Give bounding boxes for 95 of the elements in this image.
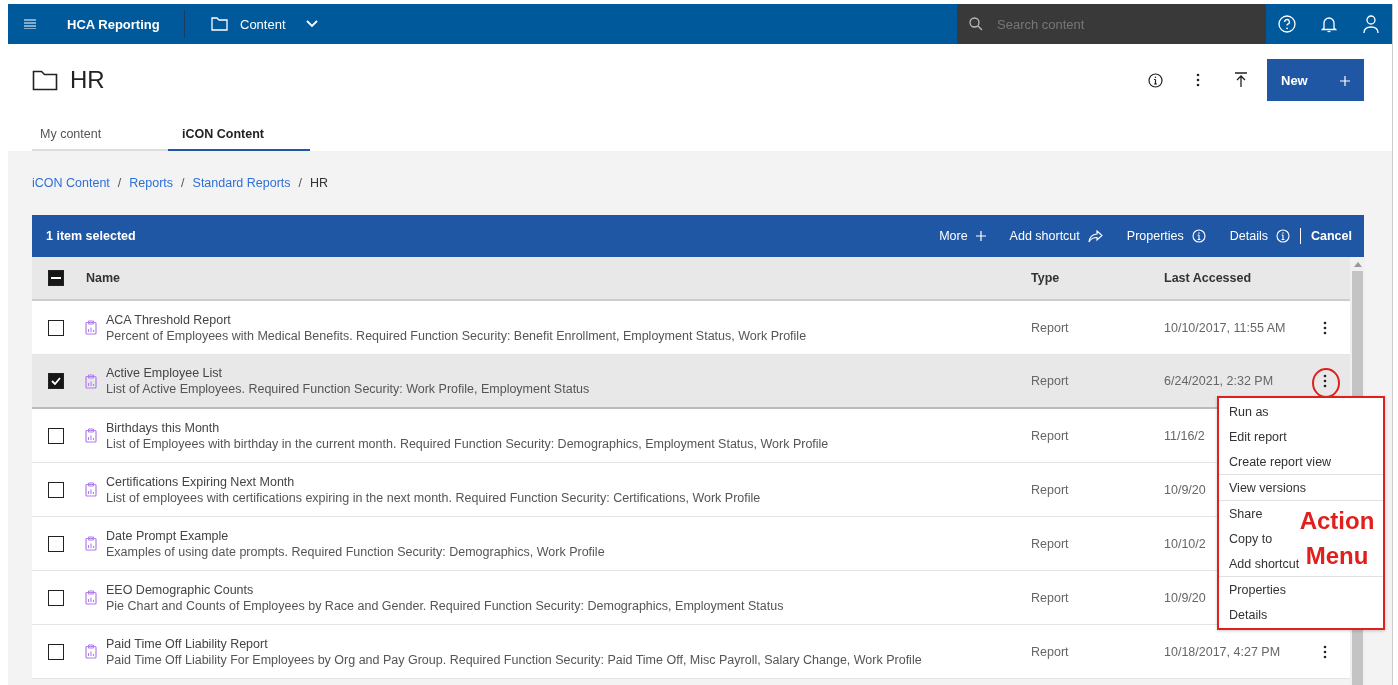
report-icon	[85, 320, 97, 335]
menu-icon	[24, 19, 36, 29]
dash-icon	[51, 277, 61, 279]
help-icon	[1278, 15, 1296, 33]
toolbar-action[interactable]: Add shortcut	[1009, 229, 1103, 243]
date-cell: 10/9/20	[1164, 482, 1206, 497]
type-cell: Report	[1031, 644, 1069, 659]
report-description: Pie Chart and Counts of Employees by Race and Gender. Required Function Security: Demographics, Employment Status	[106, 598, 784, 613]
notification-bell-icon	[1321, 15, 1337, 33]
report-name: Certifications Expiring Next Month	[106, 474, 296, 489]
menu-item[interactable]: Details	[1219, 602, 1278, 627]
row-checkbox[interactable]	[48, 319, 64, 336]
report-icon	[85, 644, 97, 659]
new-button[interactable]: New	[1267, 59, 1364, 101]
section-dropdown[interactable]: Content	[211, 16, 318, 32]
menu-item[interactable]: View versions	[1219, 475, 1316, 500]
page-title: HR	[70, 66, 105, 94]
report-name: Date Prompt Example	[106, 528, 230, 543]
menu-item[interactable]: Copy to	[1219, 526, 1283, 551]
upload-icon	[1234, 72, 1248, 88]
checkmark-icon	[51, 377, 61, 385]
report-icon	[85, 536, 97, 551]
report-description: List of employees with certifications expiring in the next month. Required Function Security: Certifications, Work Profile	[106, 490, 761, 505]
folder-icon	[32, 69, 58, 91]
type-cell: Report	[1031, 536, 1069, 551]
overflow-menu-icon	[1323, 320, 1327, 335]
column-header: Name	[85, 271, 122, 285]
report-name: EEO Demographic Counts	[106, 582, 255, 597]
app-title: HCA Reporting	[67, 16, 161, 32]
info-icon	[1147, 72, 1163, 88]
menu-item[interactable]: Properties	[1219, 577, 1296, 602]
menu-item[interactable]: Create report view	[1219, 449, 1342, 474]
info-icon	[1191, 229, 1206, 243]
breadcrumb-separator: /	[298, 176, 303, 190]
toolbar-action[interactable]: Details	[1229, 229, 1290, 243]
row-checkbox[interactable]	[48, 427, 64, 444]
type-cell: Report	[1031, 482, 1069, 497]
report-name: Paid Time Off Liability Report	[106, 636, 269, 651]
chevron-down-icon	[305, 20, 318, 28]
date-cell: 10/10/2017, 11:55 AM	[1164, 320, 1286, 335]
report-description: Percent of Employees with Medical Benefits. Required Function Security: Benefit Enrollment, Employment Status, Work Profile	[106, 328, 807, 343]
select-all-checkbox[interactable]	[48, 270, 64, 286]
plus-icon	[1340, 75, 1350, 86]
column-header: Last Accessed	[1164, 271, 1253, 285]
row-checkbox[interactable]	[48, 589, 64, 606]
search-input[interactable]: Search content	[995, 15, 1249, 33]
info-icon	[1276, 229, 1290, 243]
breadcrumb-link[interactable]: Reports	[129, 176, 174, 190]
report-name: Birthdays this Month	[106, 420, 221, 435]
toolbar-action[interactable]: Properties	[1126, 229, 1206, 243]
search-icon	[969, 17, 983, 31]
menu-item[interactable]: Run as	[1219, 399, 1279, 424]
report-description: List of Employees with birthday in the current month. Required Function Security: Demographics, Employment Status, Work Profile	[106, 436, 829, 451]
date-cell: 6/24/2021, 2:32 PM	[1164, 374, 1274, 388]
menu-item[interactable]: Edit report	[1219, 424, 1297, 449]
report-icon	[85, 373, 97, 389]
toolbar-action[interactable]: More	[939, 229, 986, 243]
breadcrumb-separator: /	[117, 176, 122, 190]
type-cell: Report	[1031, 590, 1069, 605]
date-cell: 10/10/2	[1164, 536, 1206, 551]
row-checkbox[interactable]	[48, 373, 64, 389]
type-cell: Report	[1031, 428, 1069, 443]
plus-icon	[975, 231, 986, 241]
report-description: Paid Time Off Liability For Employees by Org and Pay Group. Required Function Security: Paid Time Off, Misc Payroll, Salary Change, Work Profile	[106, 652, 922, 667]
report-icon	[85, 590, 97, 605]
menu-item[interactable]: Share	[1219, 501, 1273, 526]
overflow-menu-icon	[1196, 73, 1200, 87]
breadcrumb-current: HR	[310, 176, 329, 190]
breadcrumb-link[interactable]: Standard Reports	[192, 176, 291, 190]
breadcrumb-link[interactable]: iCON Content	[32, 176, 110, 190]
column-header: Type	[1031, 271, 1061, 285]
row-checkbox[interactable]	[48, 535, 64, 552]
report-description: Examples of using date prompts. Required Function Security: Demographics, Work Profile	[106, 544, 605, 559]
user-icon	[1363, 15, 1379, 33]
report-icon	[85, 428, 97, 443]
selection-count: 1 item selected	[46, 229, 136, 243]
report-description: List of Active Employees. Required Function Security: Work Profile, Employment Status	[106, 382, 590, 396]
date-cell: 10/9/20	[1164, 590, 1206, 605]
report-name: Active Employee List	[106, 366, 224, 380]
date-cell: 10/18/2017, 4:27 PM	[1164, 644, 1281, 659]
folder-icon	[211, 17, 228, 31]
type-cell: Report	[1031, 320, 1069, 335]
cancel-button[interactable]: Cancel	[1311, 229, 1352, 243]
search-field[interactable]: Search content	[957, 4, 1266, 44]
overflow-menu-icon	[1323, 644, 1327, 659]
row-checkbox[interactable]	[48, 481, 64, 498]
row-checkbox[interactable]	[48, 643, 64, 660]
type-cell: Report	[1031, 374, 1069, 388]
breadcrumb-separator: /	[181, 176, 185, 190]
report-name: ACA Threshold Report	[106, 312, 232, 327]
share-icon	[1087, 229, 1103, 243]
scroll-up-arrow-icon	[1353, 262, 1362, 267]
date-cell: 11/16/2	[1164, 428, 1205, 443]
overflow-menu-icon	[1323, 374, 1327, 388]
report-icon	[85, 482, 97, 497]
